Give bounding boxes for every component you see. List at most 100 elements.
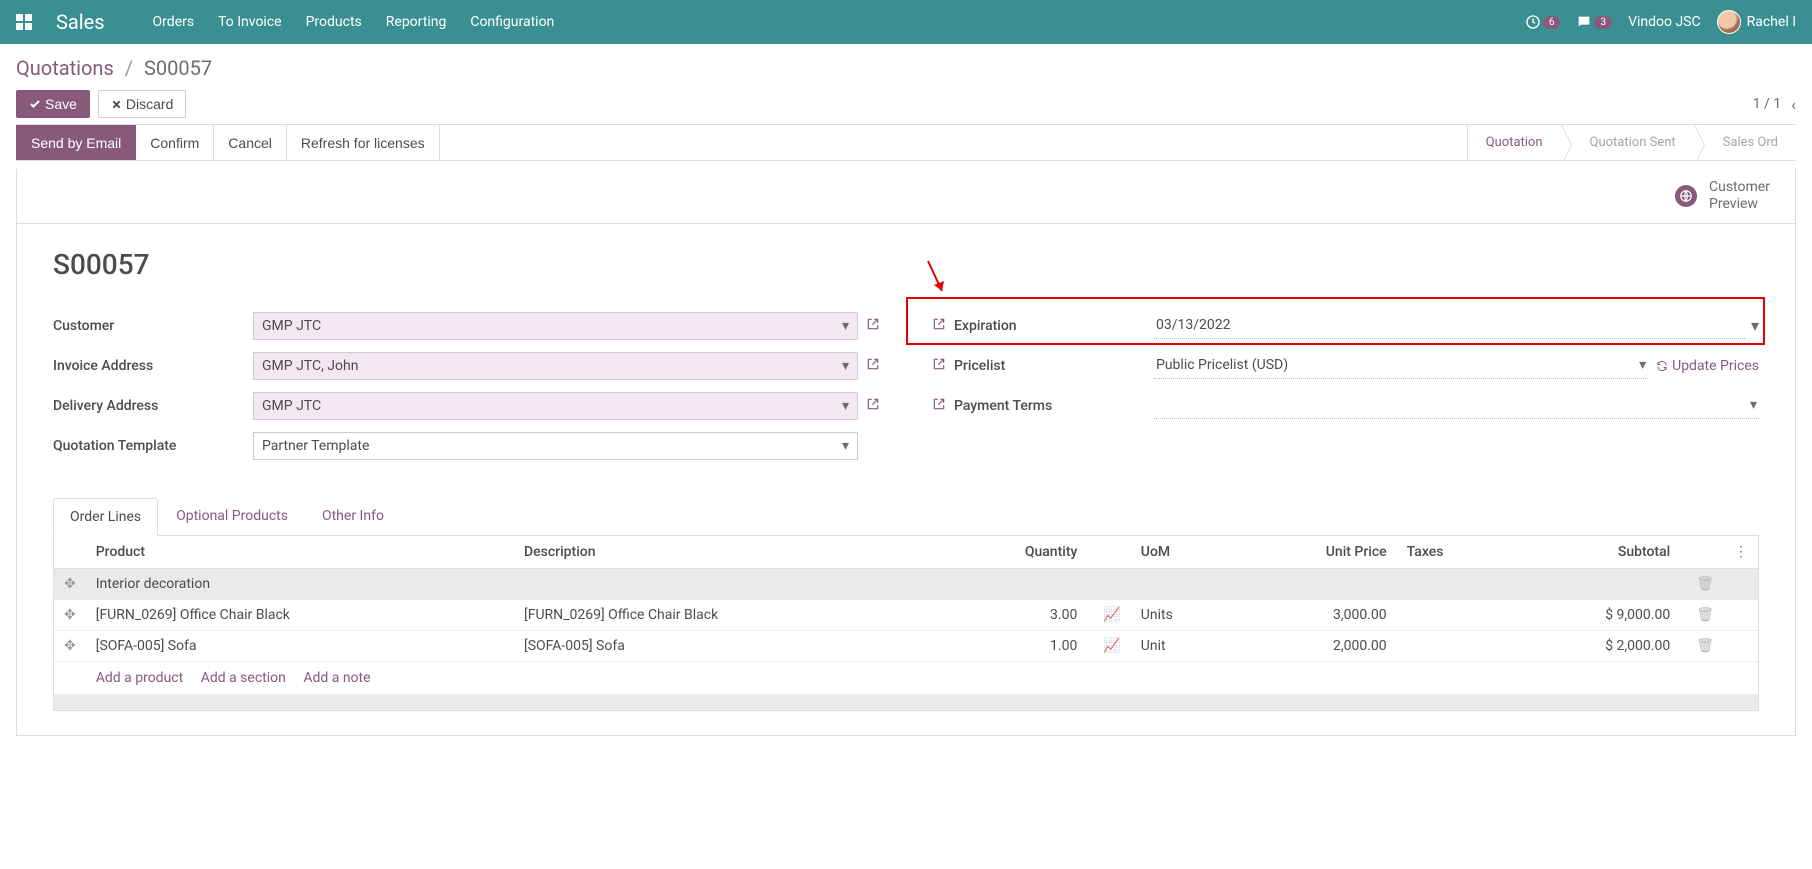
company-name[interactable]: Vindoo JSC [1628, 14, 1701, 30]
label-delivery-address: Delivery Address [53, 398, 253, 414]
kebab-icon[interactable]: ⋮ [1724, 536, 1758, 569]
col-subtotal: Subtotal [1510, 536, 1680, 569]
stage-quotation-sent[interactable]: Quotation Sent [1561, 125, 1694, 160]
table-header-row: Product Description Quantity UoM Unit Pr… [54, 536, 1758, 569]
breadcrumb: Quotations / S00057 [16, 56, 1796, 80]
trash-icon[interactable]: 🗑 [1696, 607, 1714, 623]
breadcrumb-root[interactable]: Quotations [16, 56, 114, 80]
tab-optional-products[interactable]: Optional Products [160, 498, 304, 536]
cell-taxes [1397, 630, 1511, 661]
add-note-link[interactable]: Add a note [303, 670, 370, 686]
external-link-icon[interactable] [864, 316, 882, 335]
cell-uom: Unit [1131, 630, 1235, 661]
refresh-licenses-button[interactable]: Refresh for licenses [287, 125, 440, 160]
section-row[interactable]: ✥ Interior decoration 🗑 [54, 568, 1758, 599]
save-label: Save [45, 96, 77, 112]
chevron-down-icon: ▾ [842, 318, 849, 334]
update-prices-link[interactable]: Update Prices [1656, 358, 1759, 374]
nav-link-to-invoice[interactable]: To Invoice [218, 14, 282, 30]
customer-select[interactable]: GMP JTC ▾ [253, 312, 858, 340]
col-product: Product [86, 536, 514, 569]
nav-link-reporting[interactable]: Reporting [386, 14, 447, 30]
cell-uom: Units [1131, 599, 1235, 630]
chevron-down-icon: ▾ [1750, 397, 1757, 413]
form-sheet: Customer Preview S00057 Customer [16, 169, 1796, 736]
send-email-button[interactable]: Send by Email [16, 125, 136, 160]
drag-handle-icon[interactable]: ✥ [54, 630, 86, 661]
label-customer: Customer [53, 318, 253, 334]
table-spacer [54, 694, 1758, 709]
payment-terms-select[interactable]: ▾ [1154, 392, 1759, 419]
annotation-arrow-icon [924, 257, 948, 297]
avatar [1717, 10, 1741, 34]
label-payment-terms: Payment Terms [954, 398, 1154, 414]
invoice-address-select[interactable]: GMP JTC, John ▾ [253, 352, 858, 380]
status-bar: Send by Email Confirm Cancel Refresh for… [16, 124, 1796, 161]
label-pricelist: Pricelist [954, 358, 1154, 374]
col-description: Description [514, 536, 942, 569]
cell-description: [FURN_0269] Office Chair Black [514, 599, 942, 630]
user-name: Rachel I [1747, 14, 1796, 30]
cell-taxes [1397, 599, 1511, 630]
discard-button[interactable]: Discard [98, 90, 186, 118]
cell-qty: 3.00 [942, 599, 1087, 630]
trash-icon[interactable]: 🗑 [1696, 576, 1714, 592]
chart-icon[interactable]: 📈 [1103, 638, 1120, 654]
nav-link-products[interactable]: Products [306, 14, 362, 30]
chevron-down-icon: ▾ [842, 398, 849, 414]
cell-qty: 1.00 [942, 630, 1087, 661]
section-label: Interior decoration [86, 568, 1680, 599]
cell-description: [SOFA-005] Sofa [514, 630, 942, 661]
chart-icon[interactable]: 📈 [1103, 607, 1120, 623]
external-link-icon[interactable] [930, 356, 948, 375]
user-menu[interactable]: Rachel I [1717, 10, 1796, 34]
pager: 1 / 1 ‹ [1753, 95, 1796, 114]
cancel-button[interactable]: Cancel [214, 125, 287, 160]
discard-label: Discard [126, 96, 173, 112]
add-product-link[interactable]: Add a product [96, 670, 183, 686]
apps-icon[interactable] [16, 14, 32, 30]
customer-preview-button[interactable]: Customer Preview [1675, 179, 1779, 213]
tab-order-lines[interactable]: Order Lines [53, 498, 158, 536]
stage-quotation[interactable]: Quotation [1467, 125, 1561, 160]
table-row[interactable]: ✥ [SOFA-005] Sofa [SOFA-005] Sofa 1.00 📈… [54, 630, 1758, 661]
form-left-col: Customer GMP JTC ▾ Invoice Addr [53, 309, 882, 469]
chat-icon[interactable]: 3 [1576, 14, 1612, 30]
add-section-link[interactable]: Add a section [201, 670, 286, 686]
drag-handle-icon[interactable]: ✥ [54, 568, 86, 599]
confirm-button[interactable]: Confirm [136, 125, 214, 160]
col-uom: UoM [1131, 536, 1235, 569]
cell-product: [FURN_0269] Office Chair Black [86, 599, 514, 630]
annotation-highlight [906, 297, 1765, 345]
tabs: Order Lines Optional Products Other Info [53, 497, 1759, 536]
save-button[interactable]: Save [16, 90, 90, 118]
nav-link-configuration[interactable]: Configuration [470, 14, 554, 30]
cell-unit: 3,000.00 [1235, 599, 1397, 630]
tab-other-info[interactable]: Other Info [306, 498, 400, 536]
stage-sales-order[interactable]: Sales Ord [1694, 125, 1796, 160]
external-link-icon[interactable] [864, 356, 882, 375]
col-unit-price: Unit Price [1235, 536, 1397, 569]
control-bar: Quotations / S00057 Save Discard 1 / 1 ‹… [0, 44, 1812, 169]
cell-unit: 2,000.00 [1235, 630, 1397, 661]
activity-icon[interactable]: 6 [1525, 14, 1561, 30]
drag-handle-icon[interactable]: ✥ [54, 599, 86, 630]
trash-icon[interactable]: 🗑 [1696, 638, 1714, 654]
cell-product: [SOFA-005] Sofa [86, 630, 514, 661]
chevron-down-icon: ▾ [842, 438, 849, 454]
chevron-down-icon: ▾ [1639, 357, 1646, 373]
pricelist-select[interactable]: Public Pricelist (USD) ▾ [1154, 352, 1648, 379]
external-link-icon[interactable] [864, 396, 882, 415]
col-taxes: Taxes [1397, 536, 1511, 569]
brand[interactable]: Sales [56, 10, 105, 34]
col-quantity: Quantity [942, 536, 1087, 569]
delivery-address-select[interactable]: GMP JTC ▾ [253, 392, 858, 420]
quotation-template-select[interactable]: Partner Template ▾ [253, 432, 858, 460]
nav-link-orders[interactable]: Orders [153, 14, 195, 30]
order-lines-table: Product Description Quantity UoM Unit Pr… [53, 536, 1759, 711]
pager-prev-icon[interactable]: ‹ [1791, 95, 1796, 114]
chat-badge: 3 [1594, 16, 1612, 29]
table-row[interactable]: ✥ [FURN_0269] Office Chair Black [FURN_0… [54, 599, 1758, 630]
cell-subtotal: $ 2,000.00 [1510, 630, 1680, 661]
external-link-icon[interactable] [930, 396, 948, 415]
